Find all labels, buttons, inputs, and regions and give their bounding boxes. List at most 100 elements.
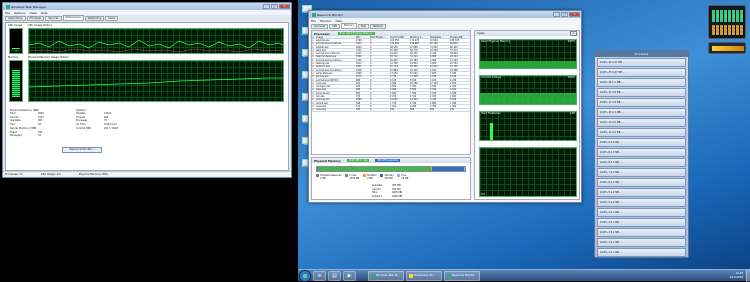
menu-view[interactable]: View: [30, 11, 37, 15]
rm-commit-charge-graph: Commit Charge 100%: [479, 75, 577, 105]
cpu-meter-gadget[interactable]: [708, 5, 746, 39]
taskbar-ie-icon[interactable]: e: [313, 270, 326, 281]
task-manager-statusbar: Processes: 72 CPU Usage: 4% Physical Mem…: [3, 171, 291, 177]
tab-performance[interactable]: Performance: [62, 15, 84, 21]
pm-available-value: 965: [38, 119, 43, 123]
rm-physical-memory-header[interactable]: Physical Memory 3295 MB In Use 965 MB Av…: [312, 158, 470, 163]
gadget-process-row[interactable]: 0.00% 5 0.2 MB ...: [597, 197, 686, 208]
rm-used-physical-fill: [480, 61, 576, 68]
rm-views-header[interactable]: Views ▾: [475, 31, 579, 36]
tab-strip: Applications Processes Services Performa…: [3, 15, 291, 21]
rm-close-button[interactable]: ×: [569, 12, 580, 17]
memory-history-line: [29, 77, 283, 88]
tab-networking[interactable]: Networking: [84, 16, 105, 21]
task-manager-titlebar[interactable]: Windows Task Manager – □ ×: [3, 3, 291, 10]
memory-history-label: Physical Memory Usage History: [28, 56, 69, 59]
status-cpu: CPU Usage: 4%: [40, 173, 61, 176]
gadget-process-row[interactable]: 0.00% 3 0.1 MB ...: [597, 237, 686, 248]
rm-views-dropdown[interactable]: ▾: [569, 31, 577, 36]
gadget-process-row[interactable]: 0.00% 34 1.2 MB ...: [597, 77, 686, 88]
maximize-button[interactable]: □: [271, 4, 278, 9]
tab-services[interactable]: Services: [45, 16, 62, 21]
gadget-process-row[interactable]: 0.00% 25 0.47 MB ...: [597, 58, 686, 68]
menu-file[interactable]: File: [5, 11, 10, 15]
task-manager-window[interactable]: Windows Task Manager – □ × File Options …: [2, 2, 292, 178]
gadget-process-row[interactable]: 0.00% 17 0.6 MB ...: [597, 97, 686, 108]
resource-monitor-button[interactable]: Resource Monitor...: [62, 147, 102, 153]
rm-memory-summary: Available 965 MB Cached 939 MB Total 4095 M…: [372, 184, 422, 198]
gadget-process-row[interactable]: 0.00% 4 0.2 MB ...: [597, 207, 686, 218]
taskbar-downloads[interactable]: Downloads-Wi...: [406, 270, 442, 281]
physical-memory-section: Physical Memory (MB) Total 4095 Cached 224…: [10, 109, 70, 138]
rm-menu-file[interactable]: File: [311, 19, 316, 23]
gadget-process-row[interactable]: 0.00% 15 0.3 MB ...: [597, 107, 686, 118]
rm-menu-monitor[interactable]: Monitor: [320, 19, 331, 23]
gadget-process-row[interactable]: 0.00% 9 0.4 MB ...: [597, 137, 686, 148]
km-paged-value: 356: [38, 130, 43, 134]
minimize-button[interactable]: –: [263, 4, 270, 9]
show-desktop-button[interactable]: [746, 269, 750, 282]
status-processes: Processes: 72: [5, 173, 23, 176]
taskbar-media-icon[interactable]: ▶: [343, 270, 356, 281]
cpu-meter-bars-2: [712, 25, 744, 35]
gadget-process-row[interactable]: 0.00% 7 0.2 MB ...: [597, 167, 686, 178]
tab-applications[interactable]: Applications: [5, 16, 26, 21]
pm-cached-label: Cached: [10, 115, 19, 119]
tab-users[interactable]: Users: [105, 16, 119, 21]
cpu-history-label: CPU Usage History: [28, 24, 53, 27]
resource-monitor-titlebar[interactable]: Resource Monitor – □ ×: [309, 11, 581, 18]
rm-tab-memory[interactable]: Memory: [341, 23, 357, 29]
start-button[interactable]: [299, 269, 311, 282]
menu-options[interactable]: Options: [14, 11, 26, 15]
rm-maximize-button[interactable]: □: [561, 12, 568, 17]
gadget-process-row[interactable]: 0.00% 12 0.4 MB ...: [597, 127, 686, 138]
menu-help[interactable]: Help: [41, 11, 48, 15]
taskbar-resource-monitor[interactable]: Resource Monitor: [444, 270, 480, 281]
rm-menu-help[interactable]: Help: [335, 19, 342, 23]
gadget-process-row[interactable]: 0.00% 33 0.8 MB ...: [597, 87, 686, 98]
memory-legend-item: Hardware Reserved 1 MB: [316, 174, 341, 180]
sys-handles-label: Handles: [76, 112, 86, 116]
sys-commit-label: Commit (MB): [76, 126, 92, 130]
rm-minimize-button[interactable]: –: [553, 12, 560, 17]
tab-processes[interactable]: Processes: [26, 16, 45, 21]
gadget-process-row[interactable]: 0.00% 8 0.3 MB ...: [597, 147, 686, 158]
gadget-process-row[interactable]: 0.00% 8 0.3 MB ...: [597, 157, 686, 168]
gadget-process-row[interactable]: 0.00% 5 0.2 MB ...: [597, 187, 686, 198]
processes-gadget-list: 0.00% 25 0.47 MB ... 0.00% 25 0.47 MB ...…: [595, 57, 688, 259]
rm-tab-overview[interactable]: Overview: [311, 24, 329, 29]
gadget-process-row[interactable]: 0.00% 6 0.2 MB ...: [597, 177, 686, 188]
rm-window-title: Resource Monitor: [317, 12, 344, 17]
close-button[interactable]: ×: [279, 4, 290, 9]
taskbar-clock[interactable]: 12:48 16.4.2009: [730, 272, 746, 278]
km-paged-label: Paged: [10, 130, 18, 134]
gadget-process-row[interactable]: 0.00% 4 0.1 MB ...: [597, 217, 686, 228]
rm-memory-usage-bar: [316, 166, 466, 172]
memory-gauge: [9, 60, 23, 102]
rm-cell-private: 232: [450, 108, 455, 112]
taskbar: e ▤ ▶ Windows Task M... Downloads-Wi... …: [298, 269, 750, 282]
rm-commit-charge-label: Commit Charge: [481, 76, 502, 79]
memory-legend-swatch: [363, 174, 367, 177]
taskbar-task-manager[interactable]: Windows Task M...: [368, 270, 404, 281]
status-memory: Physical Memory: 80%: [78, 173, 108, 176]
rm-tab-network[interactable]: Network: [370, 24, 386, 29]
taskbar-explorer-icon[interactable]: ▤: [328, 270, 341, 281]
network-meter-gadget[interactable]: [708, 42, 746, 54]
rm-tab-disk[interactable]: Disk: [357, 24, 370, 29]
clock-date: 16.4.2009: [729, 275, 743, 279]
gadget-process-row[interactable]: 0.00% 2 0.1 MB ...: [597, 247, 686, 258]
memory-bar-free: [463, 167, 465, 171]
gadget-process-row[interactable]: 0.00% 13 0.5 MB ...: [597, 117, 686, 128]
rm-tab-cpu[interactable]: CPU: [329, 24, 341, 29]
left-monitor: Windows Task Manager – □ × File Options …: [0, 0, 298, 281]
rm-processes-section: Processes 80% Used Physical Memory ☐ Ima…: [311, 30, 471, 155]
sys-threads-value: 964: [104, 115, 109, 119]
gadget-process-row[interactable]: 0.00% 3 0.1 MB ...: [597, 227, 686, 238]
rm-cell-image: smss.exe: [316, 108, 327, 112]
rm-used-physical-graph: Used Physical Memory 100%: [479, 39, 577, 69]
rm-table-row[interactable]: ☐ smss.exe 400 0 340 856 624 232: [312, 108, 470, 112]
processes-gadget[interactable]: Processes 0.00% 25 0.47 MB ... 0.00% 25 0…: [594, 50, 689, 258]
gadget-process-row[interactable]: 0.00% 25 0.47 MB ...: [597, 67, 686, 78]
resource-monitor-window[interactable]: Resource Monitor – □ × File Monitor Help…: [308, 10, 582, 203]
